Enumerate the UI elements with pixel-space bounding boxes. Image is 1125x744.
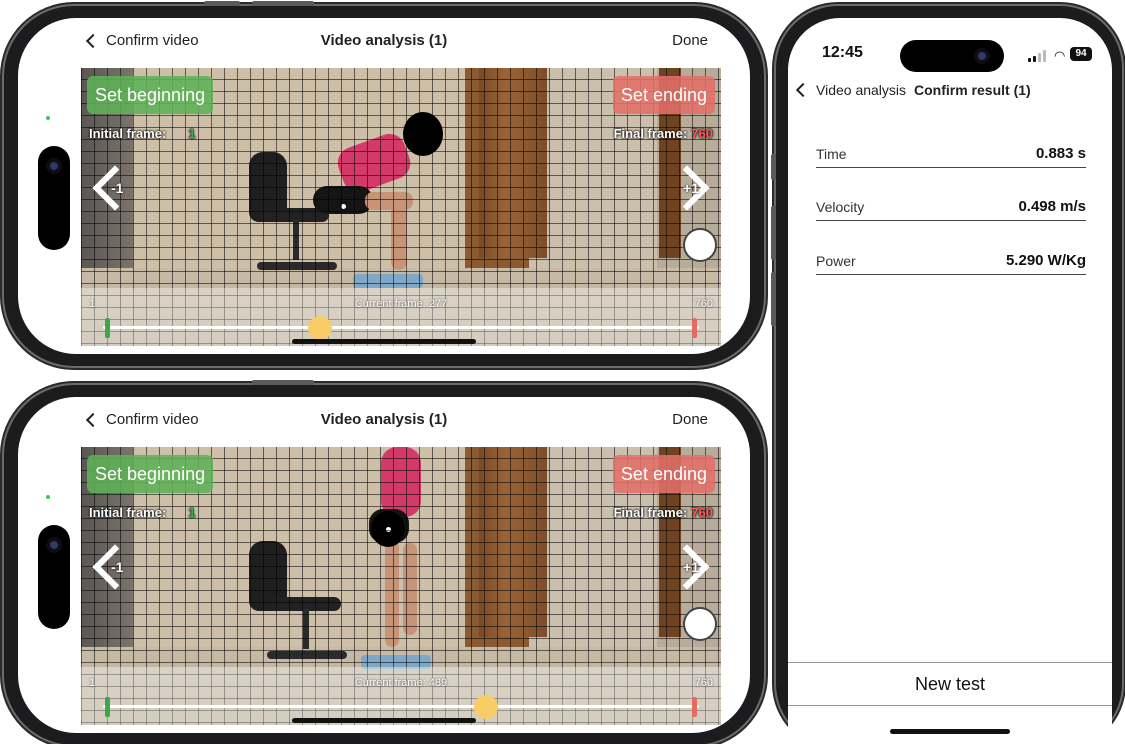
screen: Confirm video Video analysis (1) Done Se… <box>18 397 750 733</box>
result-value: 0.883 s <box>1035 145 1086 162</box>
initial-frame-value: 1 <box>188 505 196 520</box>
volume-button <box>252 380 314 385</box>
timeline-band <box>81 288 721 346</box>
initial-frame-caption: Initial frame: <box>89 505 167 520</box>
action-button <box>204 1 240 6</box>
set-ending-button[interactable]: Set ending <box>612 455 715 493</box>
screen: 12:45 ◠ 94 Video analysis Confirm result… <box>788 18 1112 744</box>
home-indicator <box>292 718 476 723</box>
current-frame-label: Current frame: 277 <box>354 298 448 310</box>
frame-slider-track[interactable] <box>103 705 699 708</box>
phone-portrait: 12:45 ◠ 94 Video analysis Confirm result… <box>771 6 1122 744</box>
start-marker-handle[interactable] <box>105 318 110 338</box>
home-indicator <box>890 729 1010 734</box>
front-camera-icon <box>46 158 62 174</box>
back-label: Video analysis <box>816 82 907 98</box>
initial-frame-label: Initial frame: 1 <box>89 505 196 520</box>
next-frame-label: +1 <box>683 559 699 575</box>
wifi-icon: ◠ <box>1054 48 1066 63</box>
set-beginning-button[interactable]: Set beginning <box>87 455 214 493</box>
initial-frame-caption: Initial frame: <box>89 126 167 141</box>
timeline-band <box>81 667 721 725</box>
status-bar: 12:45 ◠ 94 <box>788 40 1112 72</box>
result-value: 5.290 W/Kg <box>1005 252 1086 269</box>
video-frame[interactable]: Set beginning Set ending Initial frame: 1… <box>81 447 721 725</box>
final-frame-value: 760 <box>691 126 713 141</box>
frame-slider-thumb[interactable] <box>307 316 332 340</box>
home-indicator <box>292 339 476 344</box>
initial-frame-label: Initial frame: 1 <box>89 126 196 141</box>
page-title: Video analysis (1) <box>320 411 448 428</box>
front-camera-icon <box>974 48 990 64</box>
result-label: Time <box>816 145 847 162</box>
frame-slider-thumb[interactable] <box>474 695 499 719</box>
status-time: 12:45 <box>822 44 863 61</box>
phone-landscape-2: Confirm video Video analysis (1) Done Se… <box>4 380 764 744</box>
dynamic-island <box>38 525 70 629</box>
initial-frame-value: 1 <box>188 126 196 141</box>
end-marker-handle[interactable] <box>692 318 697 338</box>
previous-frame-label: -1 <box>111 559 124 575</box>
done-button[interactable]: Done <box>672 32 708 49</box>
volume-button <box>252 1 314 6</box>
camera-indicator-icon <box>46 116 50 120</box>
phone-landscape-1: Confirm video Video analysis (1) Done Se… <box>4 1 764 366</box>
result-label: Velocity <box>816 198 865 215</box>
camera-indicator-icon <box>46 495 50 499</box>
set-ending-button[interactable]: Set ending <box>612 76 715 114</box>
frame-slider-track[interactable] <box>103 326 699 329</box>
front-camera-icon <box>46 537 62 553</box>
dynamic-island <box>900 40 1004 72</box>
nav-bar: Confirm video Video analysis (1) Done <box>18 397 750 445</box>
record-circle-button[interactable] <box>683 607 717 641</box>
final-frame-caption: Final frame: <box>613 126 688 141</box>
result-row-velocity: Velocity 0.498 m/s <box>816 193 1086 221</box>
volume-down-button <box>771 272 776 326</box>
final-frame-label: Final frame: 760 <box>614 505 713 520</box>
cellular-signal-icon <box>1028 50 1046 62</box>
composite-screenshot: Confirm video Video analysis (1) Done Se… <box>0 0 1125 744</box>
start-marker-handle[interactable] <box>105 697 110 717</box>
result-row-time: Time 0.883 s <box>816 140 1086 168</box>
done-button[interactable]: Done <box>672 411 708 428</box>
final-frame-caption: Final frame: <box>613 505 688 520</box>
battery-icon: 94 <box>1070 47 1092 61</box>
new-test-button[interactable]: New test <box>788 662 1112 706</box>
record-circle-button[interactable] <box>683 228 717 262</box>
nav-bar: Video analysis Confirm result (1) <box>788 82 1112 106</box>
current-frame-label: Current frame: 489 <box>354 677 448 689</box>
volume-up-button <box>771 206 776 260</box>
final-frame-value: 760 <box>691 505 713 520</box>
action-button <box>771 154 776 180</box>
screen: Confirm video Video analysis (1) Done Se… <box>18 18 750 354</box>
chevron-left-icon <box>795 82 811 98</box>
back-button[interactable]: Video analysis <box>795 82 907 98</box>
result-value: 0.498 m/s <box>1018 198 1086 215</box>
previous-frame-label: -1 <box>111 180 124 196</box>
final-frame-label: Final frame: 760 <box>614 126 713 141</box>
slider-max-label: 760 <box>694 677 713 689</box>
page-title: Confirm result (1) <box>914 82 1031 98</box>
end-marker-handle[interactable] <box>692 697 697 717</box>
result-label: Power <box>816 252 856 269</box>
slider-max-label: 760 <box>694 298 713 310</box>
next-frame-label: +1 <box>683 180 699 196</box>
video-frame[interactable]: Set beginning Set ending Initial frame: 1… <box>81 68 721 346</box>
page-title: Video analysis (1) <box>320 32 448 49</box>
dynamic-island <box>38 146 70 250</box>
nav-bar: Confirm video Video analysis (1) Done <box>18 18 750 66</box>
set-beginning-button[interactable]: Set beginning <box>87 76 214 114</box>
result-row-power: Power 5.290 W/Kg <box>816 247 1086 275</box>
